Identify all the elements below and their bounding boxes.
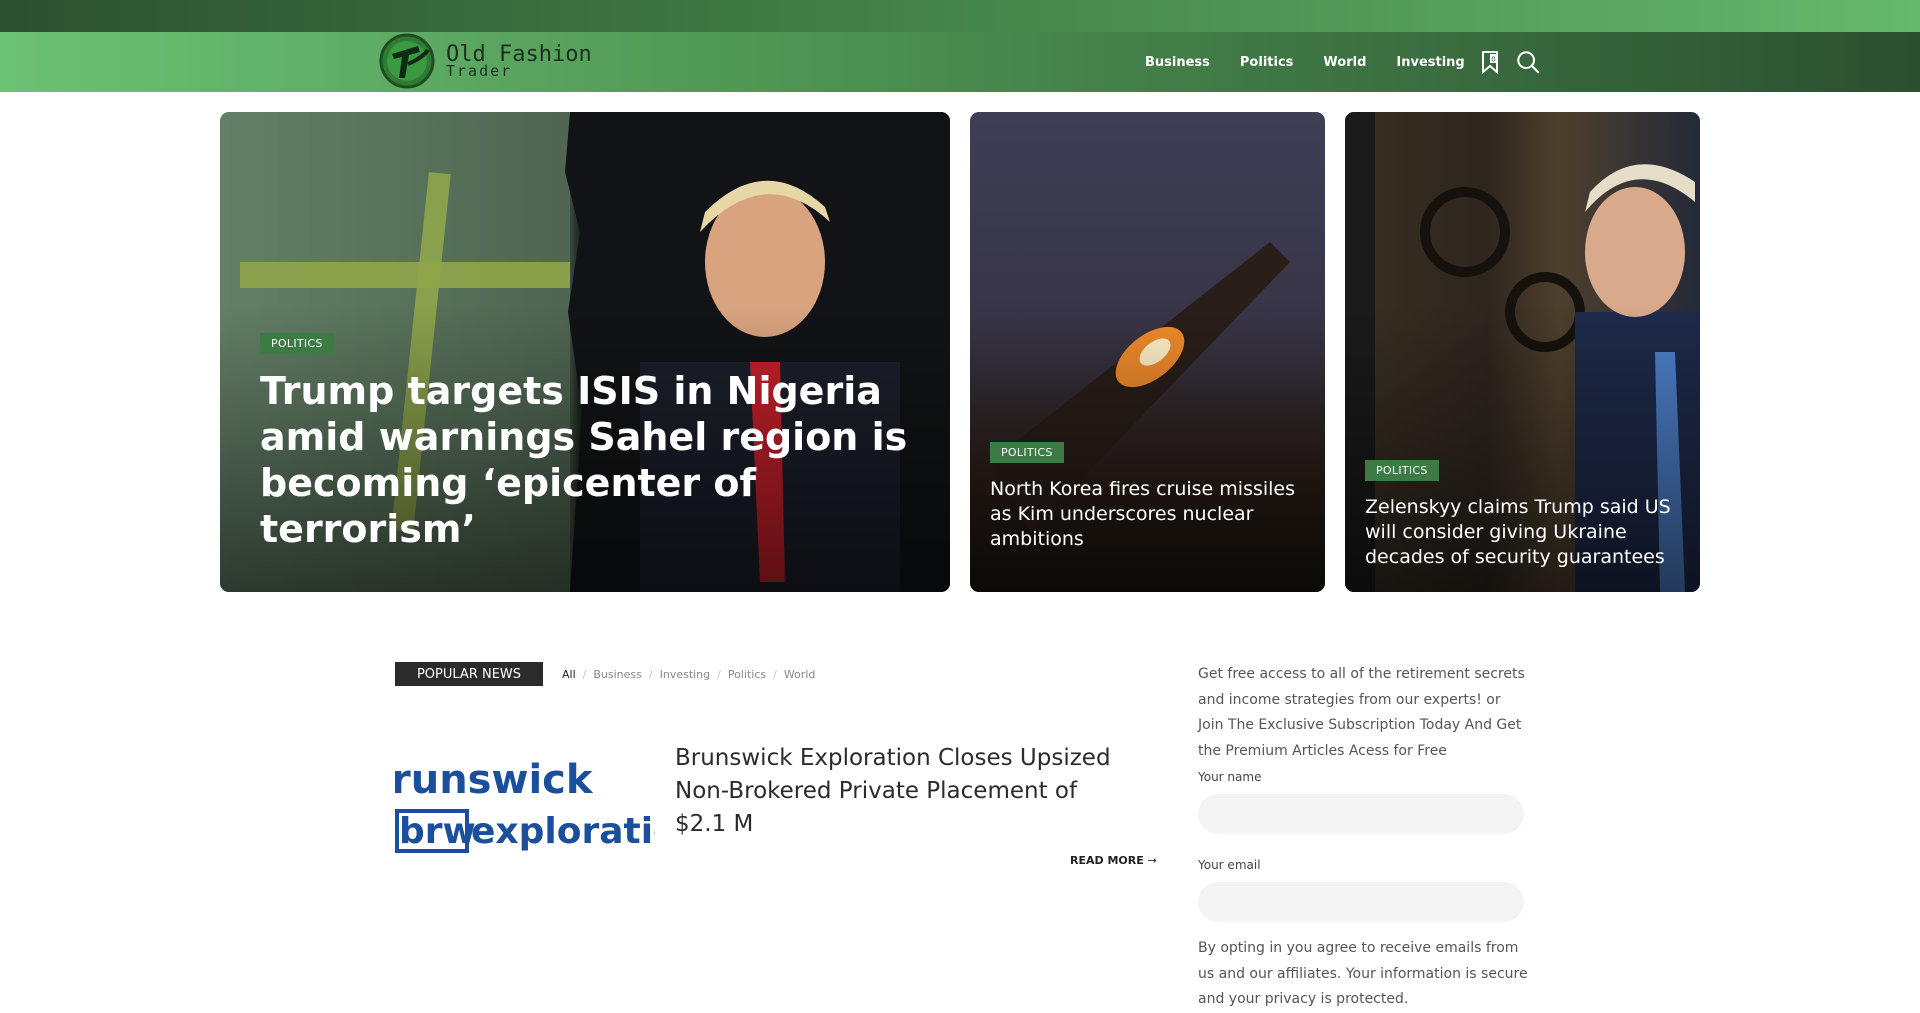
filter-all[interactable]: All <box>562 668 576 681</box>
nav-investing[interactable]: Investing <box>1396 55 1464 70</box>
popular-news-heading: POPULAR NEWS <box>395 662 543 686</box>
nav-world[interactable]: World <box>1323 55 1366 70</box>
featured-card-2[interactable]: POLITICS North Korea fires cruise missil… <box>970 112 1325 592</box>
category-badge[interactable]: POLITICS <box>260 333 334 354</box>
name-label: Your name <box>1198 770 1262 784</box>
main-nav: Business Politics World Investing <box>1145 32 1495 92</box>
post-thumbnail[interactable]: runswick brw exploratio <box>395 745 655 865</box>
filter-investing[interactable]: Investing <box>660 668 711 681</box>
thumb-text-3: exploratio <box>471 811 655 852</box>
category-badge[interactable]: POLITICS <box>990 442 1064 463</box>
featured-card-3[interactable]: POLITICS Zelenskyy claims Trump said US … <box>1345 112 1700 592</box>
featured-text-2: POLITICS North Korea fires cruise missil… <box>990 442 1305 552</box>
category-badge[interactable]: POLITICS <box>1365 460 1439 481</box>
site-header <box>0 32 1920 92</box>
featured-card-1[interactable]: POLITICS Trump targets ISIS in Nigeria a… <box>220 112 950 592</box>
logo-emblem-icon <box>379 33 435 89</box>
read-more-label: READ MORE <box>1070 854 1144 867</box>
filter-separator: / <box>717 667 721 681</box>
site-logo[interactable]: Old Fashion Trader <box>378 32 592 90</box>
featured-title-2[interactable]: North Korea fires cruise missiles as Kim… <box>990 477 1305 552</box>
popular-news-filters: All / Business / Investing / Politics / … <box>562 662 815 686</box>
filter-world[interactable]: World <box>784 668 816 681</box>
arrow-right-icon: → <box>1147 854 1157 867</box>
bookmark-count: 0 <box>1491 56 1495 64</box>
email-input[interactable] <box>1198 882 1524 922</box>
nav-business[interactable]: Business <box>1145 55 1210 70</box>
featured-title-3[interactable]: Zelenskyy claims Trump said US will cons… <box>1365 495 1680 570</box>
filter-politics[interactable]: Politics <box>728 668 766 681</box>
thumb-text-1: runswick <box>395 757 594 803</box>
filter-separator: / <box>773 667 777 681</box>
featured-text-3: POLITICS Zelenskyy claims Trump said US … <box>1365 460 1680 570</box>
search-icon[interactable] <box>1516 49 1540 75</box>
top-strip <box>0 0 1920 32</box>
post-title[interactable]: Brunswick Exploration Closes Upsized Non… <box>675 742 1115 841</box>
filter-separator: / <box>582 667 587 681</box>
featured-text-1: POLITICS Trump targets ISIS in Nigeria a… <box>260 333 910 552</box>
nav-politics[interactable]: Politics <box>1240 55 1294 70</box>
email-label: Your email <box>1198 858 1261 872</box>
filter-business[interactable]: Business <box>593 668 642 681</box>
thumb-text-2: brw <box>399 811 476 852</box>
name-input[interactable] <box>1198 794 1524 834</box>
subscribe-widget: Get free access to all of the retirement… <box>1198 662 1528 1013</box>
subscribe-intro: Get free access to all of the retirement… <box>1198 666 1525 759</box>
header-actions: 0 <box>1478 32 1554 92</box>
filter-separator: / <box>648 667 653 681</box>
read-more-link[interactable]: READ MORE → <box>1070 854 1157 867</box>
brunswick-logo-image: runswick brw exploratio <box>395 757 655 853</box>
featured-title-1[interactable]: Trump targets ISIS in Nigeria amid warni… <box>260 368 910 552</box>
bookmark-icon[interactable]: 0 <box>1478 49 1502 75</box>
privacy-note: By opting in you agree to receive emails… <box>1198 940 1528 1007</box>
